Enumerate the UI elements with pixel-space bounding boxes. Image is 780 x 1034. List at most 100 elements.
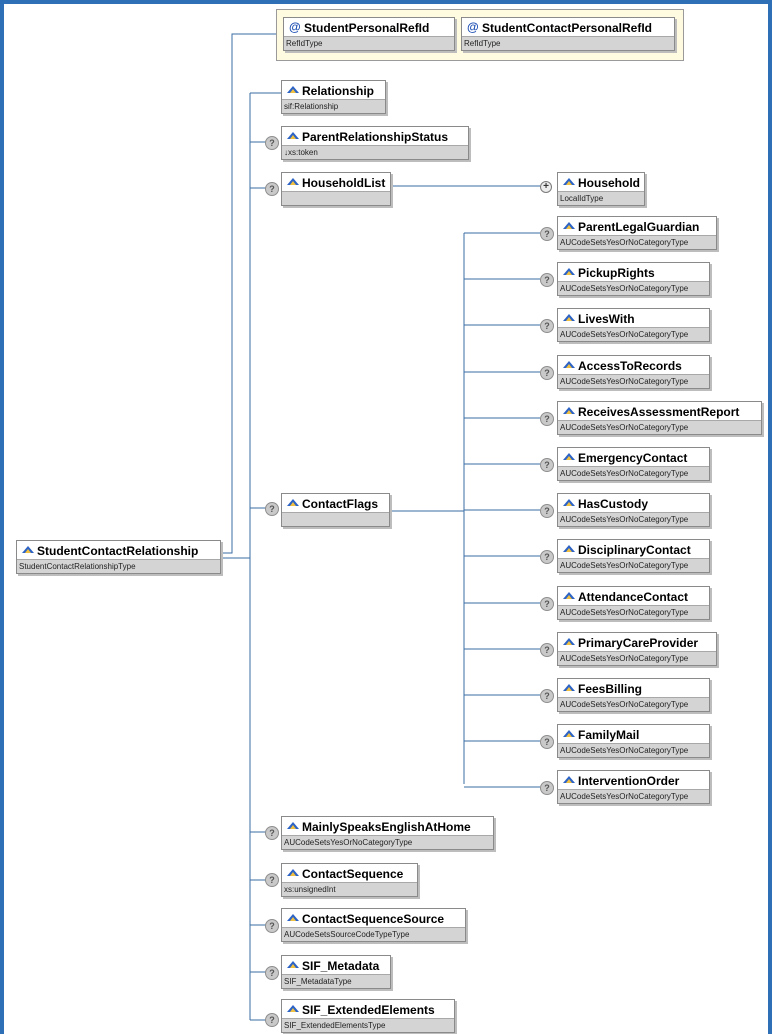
element-type: SIF_ExtendedElementsType: [282, 1018, 454, 1032]
element-sif-metadata[interactable]: SIF_Metadata SIF_MetadataType: [281, 955, 391, 989]
root-element[interactable]: StudentContactRelationship StudentContac…: [16, 540, 221, 574]
element-attendance-contact[interactable]: AttendanceContact AUCodeSetsYesOrNoCatego…: [557, 586, 710, 620]
element-name: InterventionOrder: [578, 774, 680, 788]
element-type: AUCodeSetsYesOrNoCategoryType: [558, 789, 709, 803]
attribute-type: RefIdType: [462, 36, 674, 50]
element-name: PickupRights: [578, 266, 655, 280]
element-has-custody[interactable]: HasCustody AUCodeSetsYesOrNoCategoryType: [557, 493, 710, 527]
optional-icon: ?: [540, 597, 554, 611]
element-intervention-order[interactable]: InterventionOrder AUCodeSetsYesOrNoCatego…: [557, 770, 710, 804]
element-type: LocalIdType: [558, 191, 644, 205]
element-name: Household: [578, 176, 640, 190]
element-relationship[interactable]: Relationship sif:Relationship: [281, 80, 386, 114]
optional-icon: ?: [265, 873, 279, 887]
attribute-name: StudentContactPersonalRefId: [482, 21, 653, 35]
element-name: StudentContactRelationship: [37, 544, 199, 558]
optional-icon: ?: [540, 319, 554, 333]
element-disciplinary-contact[interactable]: DisciplinaryContact AUCodeSetsYesOrNoCate…: [557, 539, 710, 573]
optional-icon: ?: [540, 458, 554, 472]
element-emergency-contact[interactable]: EmergencyContact AUCodeSetsYesOrNoCategor…: [557, 447, 710, 481]
element-household-list[interactable]: HouseholdList: [281, 172, 391, 206]
element-type: xs:unsignedInt: [282, 882, 417, 896]
element-name: EmergencyContact: [578, 451, 688, 465]
element-receives-assessment-report[interactable]: ReceivesAssessmentReport AUCodeSetsYesOrN…: [557, 401, 762, 435]
optional-icon: ?: [265, 502, 279, 516]
element-access-to-records[interactable]: AccessToRecords AUCodeSetsYesOrNoCategory…: [557, 355, 710, 389]
element-type: StudentContactRelationshipType: [17, 559, 220, 573]
element-type: AUCodeSetsYesOrNoCategoryType: [558, 327, 709, 341]
element-name: HouseholdList: [302, 176, 386, 190]
optional-icon: ?: [540, 504, 554, 518]
element-type: [282, 512, 389, 526]
element-name: PrimaryCareProvider: [578, 636, 699, 650]
element-type: sif:Relationship: [282, 99, 385, 113]
element-mainly-speaks-english-at-home[interactable]: MainlySpeaksEnglishAtHome AUCodeSetsYesO…: [281, 816, 494, 850]
element-name: HasCustody: [578, 497, 649, 511]
element-lives-with[interactable]: LivesWith AUCodeSetsYesOrNoCategoryType: [557, 308, 710, 342]
element-type: ↓xs:token: [282, 145, 468, 159]
element-name: ContactSequence: [302, 867, 404, 881]
element-type: AUCodeSetsSourceCodeTypeType: [282, 927, 465, 941]
element-type: AUCodeSetsYesOrNoCategoryType: [558, 558, 709, 572]
element-family-mail[interactable]: FamilyMail AUCodeSetsYesOrNoCategoryType: [557, 724, 710, 758]
element-contact-sequence[interactable]: ContactSequence xs:unsignedInt: [281, 863, 418, 897]
element-name: LivesWith: [578, 312, 635, 326]
optional-icon: ?: [265, 136, 279, 150]
optional-icon: ?: [265, 182, 279, 196]
element-contact-sequence-source[interactable]: ContactSequenceSource AUCodeSetsSourceCo…: [281, 908, 466, 942]
attribute-name: StudentPersonalRefId: [304, 21, 430, 35]
attribute-student-personal-ref-id[interactable]: @ StudentPersonalRefId RefIdType: [283, 17, 455, 51]
attribute-student-contact-personal-ref-id[interactable]: @ StudentContactPersonalRefId RefIdType: [461, 17, 675, 51]
optional-icon: ?: [540, 412, 554, 426]
element-type: AUCodeSetsYesOrNoCategoryType: [558, 466, 709, 480]
optional-icon: ?: [540, 550, 554, 564]
element-household[interactable]: Household LocalIdType: [557, 172, 645, 206]
element-type: AUCodeSetsYesOrNoCategoryType: [558, 605, 709, 619]
element-type: AUCodeSetsYesOrNoCategoryType: [558, 374, 709, 388]
optional-icon: ?: [540, 781, 554, 795]
element-name: AccessToRecords: [578, 359, 682, 373]
element-name: ContactSequenceSource: [302, 912, 445, 926]
element-name: SIF_ExtendedElements: [302, 1003, 435, 1017]
element-name: ParentLegalGuardian: [578, 220, 700, 234]
element-type: AUCodeSetsYesOrNoCategoryType: [558, 697, 709, 711]
element-name: DisciplinaryContact: [578, 543, 691, 557]
element-name: AttendanceContact: [578, 590, 689, 604]
element-name: ReceivesAssessmentReport: [578, 405, 740, 419]
optional-icon: ?: [265, 966, 279, 980]
element-type: [282, 191, 390, 205]
element-type: AUCodeSetsYesOrNoCategoryType: [558, 743, 709, 757]
element-name: MainlySpeaksEnglishAtHome: [302, 820, 471, 834]
attributes-group: @ StudentPersonalRefId RefIdType @ Stude…: [276, 9, 684, 61]
element-name: SIF_Metadata: [302, 959, 380, 973]
optional-icon: ?: [540, 366, 554, 380]
optional-icon: ?: [540, 735, 554, 749]
element-parent-legal-guardian[interactable]: ParentLegalGuardian AUCodeSetsYesOrNoCate…: [557, 216, 717, 250]
optional-icon: ?: [540, 643, 554, 657]
expand-icon[interactable]: +: [540, 181, 552, 193]
element-type: AUCodeSetsYesOrNoCategoryType: [558, 512, 709, 526]
element-fees-billing[interactable]: FeesBilling AUCodeSetsYesOrNoCategoryType: [557, 678, 710, 712]
element-primary-care-provider[interactable]: PrimaryCareProvider AUCodeSetsYesOrNoCate…: [557, 632, 717, 666]
attribute-type: RefIdType: [284, 36, 454, 50]
element-name: ContactFlags: [302, 497, 379, 511]
optional-icon: ?: [265, 919, 279, 933]
optional-icon: ?: [540, 689, 554, 703]
element-contact-flags[interactable]: ContactFlags: [281, 493, 390, 527]
element-parent-relationship-status[interactable]: ParentRelationshipStatus ↓xs:token: [281, 126, 469, 160]
element-pickup-rights[interactable]: PickupRights AUCodeSetsYesOrNoCategoryTyp…: [557, 262, 710, 296]
element-name: ParentRelationshipStatus: [302, 130, 449, 144]
element-type: SIF_MetadataType: [282, 974, 390, 988]
element-type: AUCodeSetsYesOrNoCategoryType: [282, 835, 493, 849]
element-name: Relationship: [302, 84, 375, 98]
element-type: AUCodeSetsYesOrNoCategoryType: [558, 235, 716, 249]
element-type: AUCodeSetsYesOrNoCategoryType: [558, 651, 716, 665]
optional-icon: ?: [265, 826, 279, 840]
optional-icon: ?: [540, 227, 554, 241]
optional-icon: ?: [540, 273, 554, 287]
element-sif-extended-elements[interactable]: SIF_ExtendedElements SIF_ExtendedElement…: [281, 999, 455, 1033]
element-type: AUCodeSetsYesOrNoCategoryType: [558, 281, 709, 295]
element-type: AUCodeSetsYesOrNoCategoryType: [558, 420, 761, 434]
element-name: FamilyMail: [578, 728, 640, 742]
optional-icon: ?: [265, 1013, 279, 1027]
